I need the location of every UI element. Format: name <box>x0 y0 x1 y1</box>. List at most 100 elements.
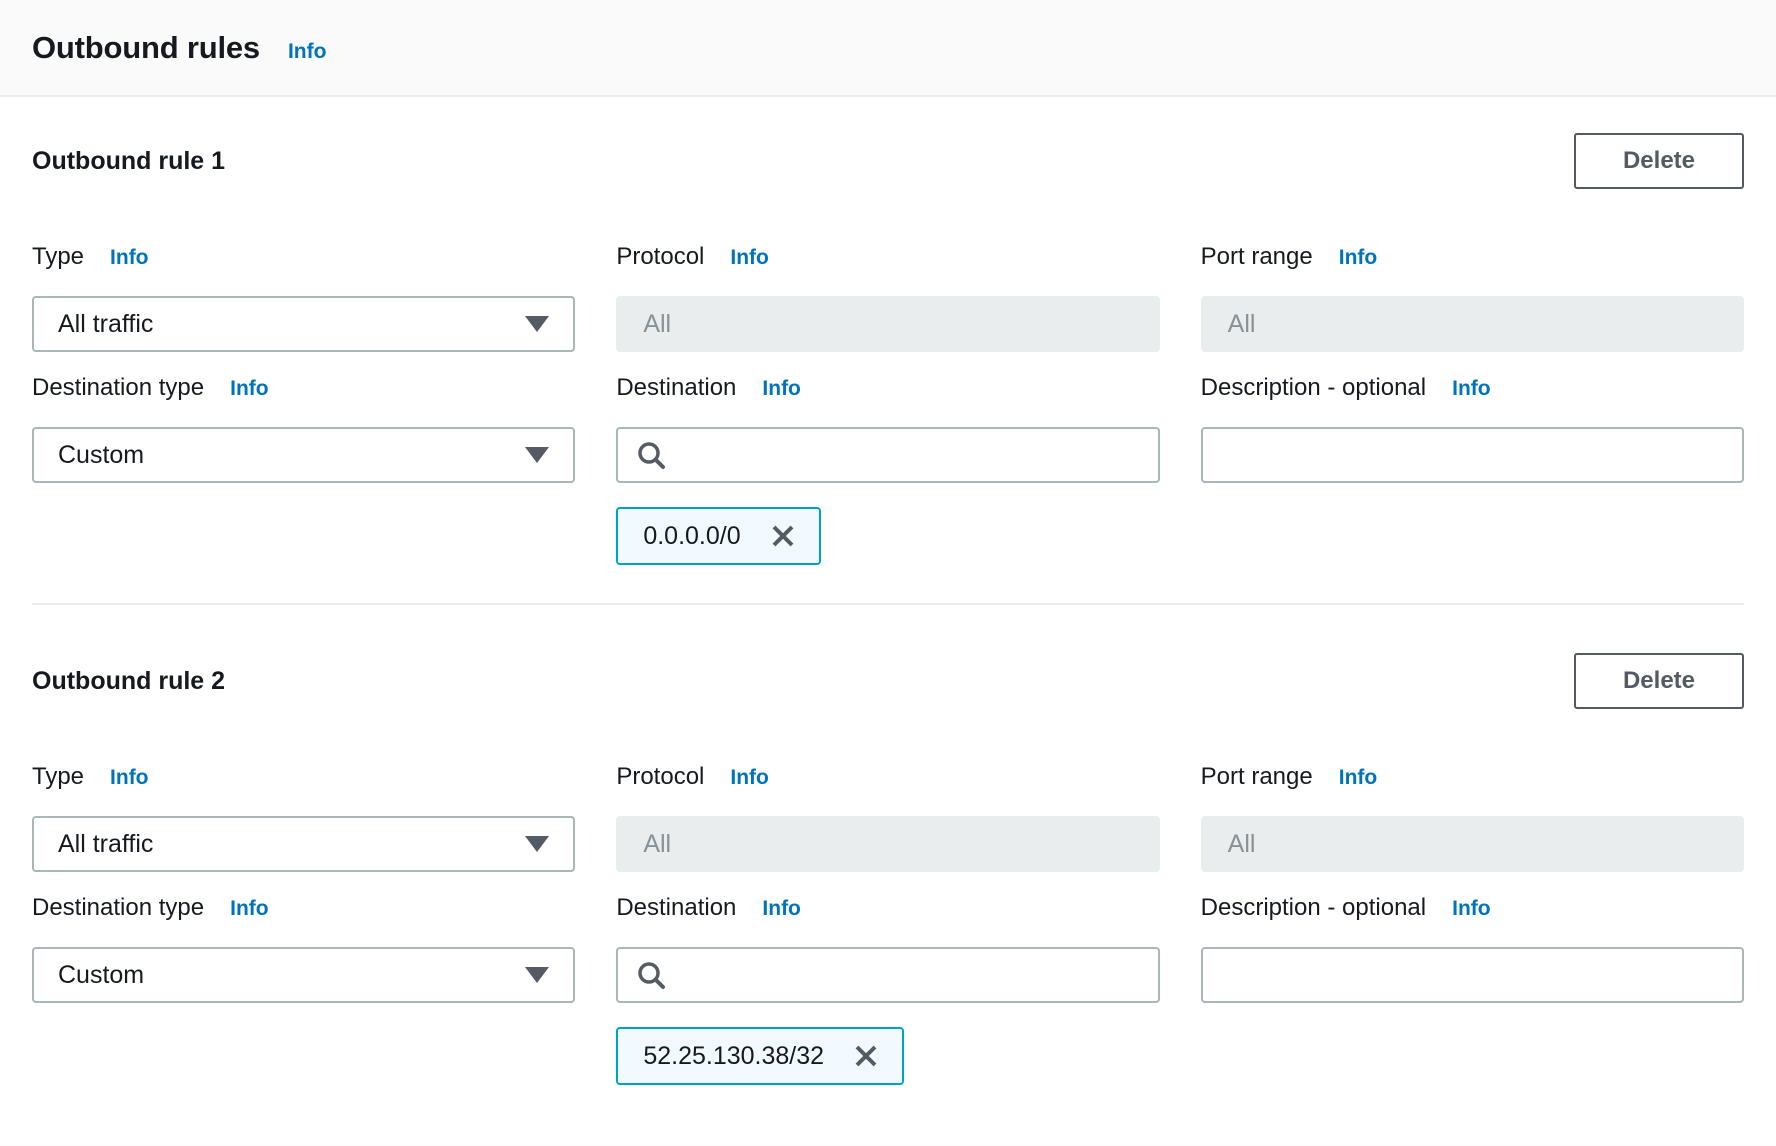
rule-2-destination-chip-dismiss-button[interactable] <box>852 1042 880 1070</box>
rule-1-destination-type-label-row: Destination type Info <box>32 374 575 402</box>
search-icon <box>636 960 666 990</box>
rule-2-destination-type-label-row: Destination type Info <box>32 894 575 922</box>
rule-2-protocol-label-row: Protocol Info <box>616 763 1159 791</box>
destination-info-link[interactable]: Info <box>762 897 800 921</box>
outbound-rule-1-section: Outbound rule 1 Delete Type Info All tra… <box>32 133 1744 565</box>
rule-2-destination-chip: 52.25.130.38/32 <box>616 1027 904 1085</box>
rule-2-column-port-range: Port range Info Description - optional I… <box>1201 763 1744 1003</box>
rule-2-destination-search-box <box>616 947 1159 1003</box>
description-label: Description - optional <box>1201 374 1426 402</box>
rule-2-description-field: Description - optional Info <box>1201 894 1744 1003</box>
rule-1-destination-chip-row: 0.0.0.0/0 <box>616 507 1159 565</box>
rule-1-column-type: Type Info All traffic Destination type I… <box>32 243 575 483</box>
destination-label: Destination <box>616 894 736 922</box>
rule-2-destination-chip-row: 52.25.130.38/32 <box>616 1027 1159 1085</box>
rule-2-description-input[interactable] <box>1201 947 1744 1003</box>
description-label: Description - optional <box>1201 894 1426 922</box>
outbound-rules-header: Outbound rules Info <box>0 0 1776 97</box>
outbound-rules-content: Outbound rule 1 Delete Type Info All tra… <box>0 133 1776 1085</box>
rule-1-port-range-input <box>1201 296 1744 352</box>
rule-1-header-row: Outbound rule 1 Delete <box>32 133 1744 189</box>
destination-type-info-link[interactable]: Info <box>230 377 268 401</box>
rule-1-protocol-label-row: Protocol Info <box>616 243 1159 271</box>
rule-1-destination-field: Destination Info 0.0.0.0/0 <box>616 374 1159 565</box>
rule-1-protocol-field: Protocol Info <box>616 243 1159 352</box>
rule-2-destination-type-field: Destination type Info Custom <box>32 894 575 1003</box>
destination-type-select-value: Custom <box>58 441 144 470</box>
rule-1-description-label-row: Description - optional Info <box>1201 374 1744 402</box>
destination-chip-value: 0.0.0.0/0 <box>643 522 740 551</box>
destination-label: Destination <box>616 374 736 402</box>
description-info-link[interactable]: Info <box>1452 377 1490 401</box>
destination-type-label: Destination type <box>32 374 204 402</box>
rule-2-destination-type-select[interactable]: Custom <box>32 947 575 1003</box>
chevron-down-icon <box>525 447 549 463</box>
rule-1-protocol-input <box>616 296 1159 352</box>
rule-2-type-field: Type Info All traffic <box>32 763 575 872</box>
rule-2-protocol-input <box>616 816 1159 872</box>
rule-1-type-select[interactable]: All traffic <box>32 296 575 352</box>
rule-divider <box>32 603 1744 605</box>
rule-1-delete-button[interactable]: Delete <box>1574 133 1744 189</box>
chevron-down-icon <box>525 836 549 852</box>
port-range-info-link[interactable]: Info <box>1339 766 1377 790</box>
rule-1-type-field: Type Info All traffic <box>32 243 575 352</box>
rule-1-destination-search-input[interactable] <box>680 441 1139 469</box>
rule-1-destination-type-field: Destination type Info Custom <box>32 374 575 483</box>
rule-2-destination-search-input[interactable] <box>680 961 1139 989</box>
type-label: Type <box>32 763 84 791</box>
protocol-label: Protocol <box>616 243 704 271</box>
rule-2-destination-label-row: Destination Info <box>616 894 1159 922</box>
close-icon <box>769 522 797 550</box>
port-range-info-link[interactable]: Info <box>1339 246 1377 270</box>
type-select-value: All traffic <box>58 830 153 859</box>
rule-2-delete-button[interactable]: Delete <box>1574 653 1744 709</box>
rule-2-column-type: Type Info All traffic Destination type I… <box>32 763 575 1003</box>
destination-type-label: Destination type <box>32 894 204 922</box>
rule-1-destination-chip: 0.0.0.0/0 <box>616 507 820 565</box>
protocol-info-link[interactable]: Info <box>730 246 768 270</box>
port-range-label: Port range <box>1201 243 1313 271</box>
rule-1-description-input[interactable] <box>1201 427 1744 483</box>
destination-type-select-value: Custom <box>58 961 144 990</box>
rule-1-destination-type-select[interactable]: Custom <box>32 427 575 483</box>
rule-1-column-protocol: Protocol Info Destination Info <box>616 243 1159 565</box>
rule-1-port-range-label-row: Port range Info <box>1201 243 1744 271</box>
rule-2-type-label-row: Type Info <box>32 763 575 791</box>
page-title: Outbound rules <box>32 30 260 66</box>
type-info-link[interactable]: Info <box>110 766 148 790</box>
rule-1-grid: Type Info All traffic Destination type I… <box>32 243 1744 565</box>
destination-type-info-link[interactable]: Info <box>230 897 268 921</box>
outbound-rule-2-section: Outbound rule 2 Delete Type Info All tra… <box>32 653 1744 1085</box>
destination-chip-value: 52.25.130.38/32 <box>643 1042 824 1071</box>
rule-2-heading: Outbound rule 2 <box>32 667 225 696</box>
rule-1-column-port-range: Port range Info Description - optional I… <box>1201 243 1744 483</box>
rule-1-destination-chip-dismiss-button[interactable] <box>769 522 797 550</box>
rule-2-grid: Type Info All traffic Destination type I… <box>32 763 1744 1085</box>
rule-1-destination-label-row: Destination Info <box>616 374 1159 402</box>
rule-2-description-label-row: Description - optional Info <box>1201 894 1744 922</box>
port-range-label: Port range <box>1201 763 1313 791</box>
close-icon <box>852 1042 880 1070</box>
rule-2-port-range-field: Port range Info <box>1201 763 1744 872</box>
rule-1-description-field: Description - optional Info <box>1201 374 1744 483</box>
description-info-link[interactable]: Info <box>1452 897 1490 921</box>
type-label: Type <box>32 243 84 271</box>
chevron-down-icon <box>525 316 549 332</box>
rule-2-type-select[interactable]: All traffic <box>32 816 575 872</box>
type-info-link[interactable]: Info <box>110 246 148 270</box>
rule-2-destination-field: Destination Info 52.25.130.38/32 <box>616 894 1159 1085</box>
protocol-info-link[interactable]: Info <box>730 766 768 790</box>
rule-1-destination-search-box <box>616 427 1159 483</box>
rule-2-port-range-label-row: Port range Info <box>1201 763 1744 791</box>
protocol-label: Protocol <box>616 763 704 791</box>
rule-2-port-range-input <box>1201 816 1744 872</box>
rule-1-port-range-field: Port range Info <box>1201 243 1744 352</box>
outbound-rules-info-link[interactable]: Info <box>288 40 326 64</box>
rule-1-heading: Outbound rule 1 <box>32 147 225 176</box>
destination-info-link[interactable]: Info <box>762 377 800 401</box>
rule-2-column-protocol: Protocol Info Destination Info <box>616 763 1159 1085</box>
rule-2-header-row: Outbound rule 2 Delete <box>32 653 1744 709</box>
chevron-down-icon <box>525 967 549 983</box>
rule-2-protocol-field: Protocol Info <box>616 763 1159 872</box>
